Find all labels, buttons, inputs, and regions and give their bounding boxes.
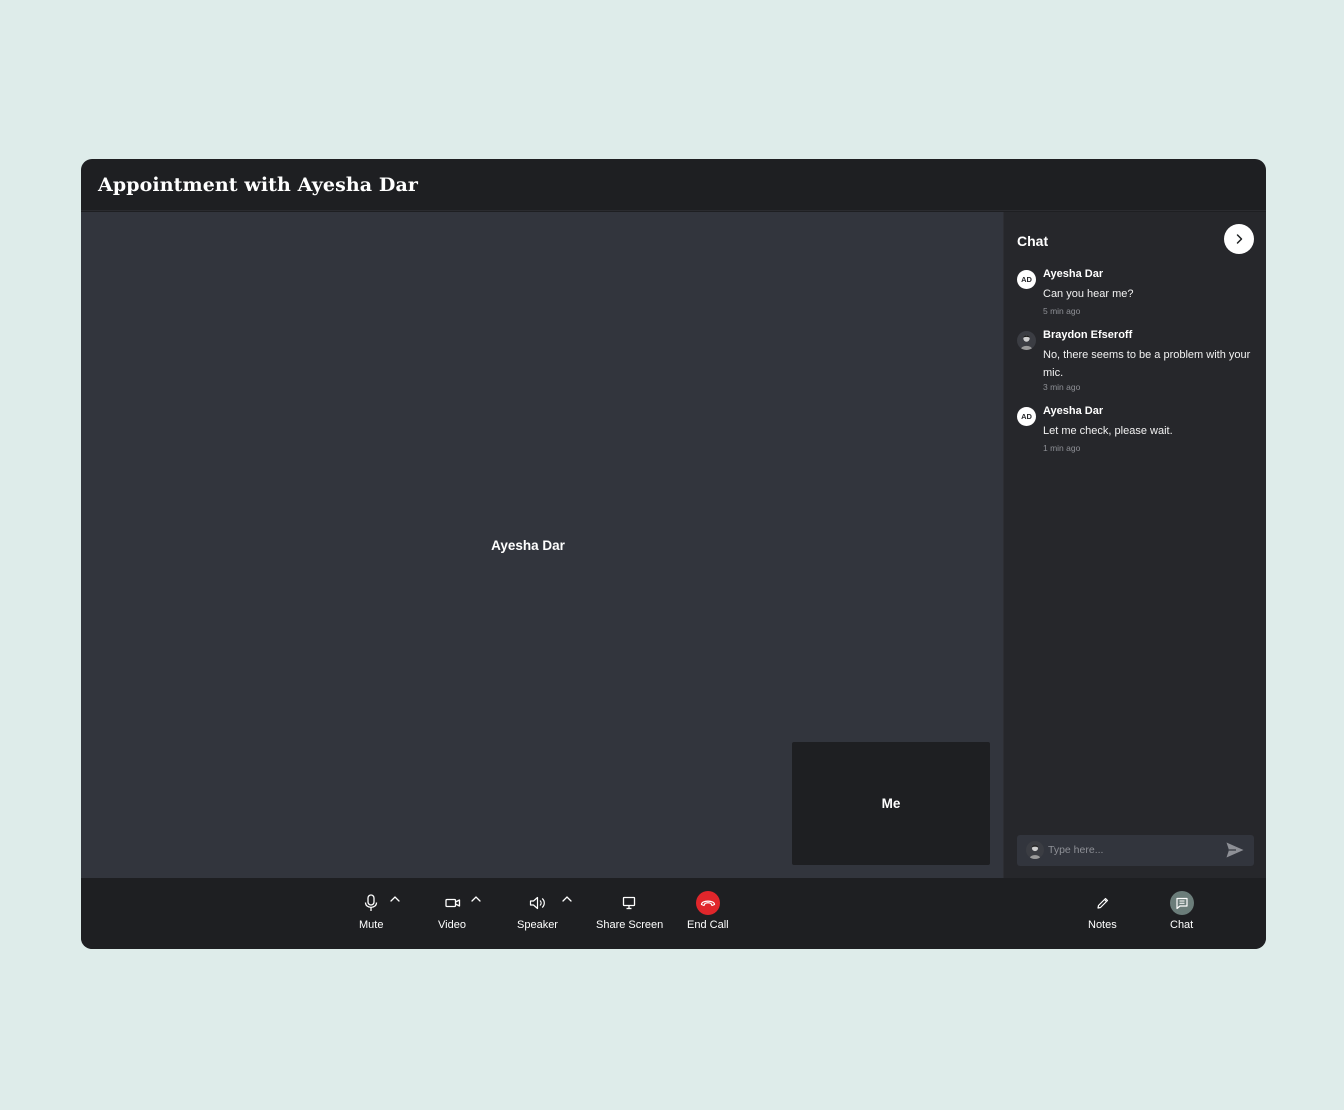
video-label: Video [438,919,466,931]
message-time: 3 min ago [1043,382,1081,392]
chat-message-input[interactable] [1048,840,1218,860]
message-text: Can you hear me? [1043,288,1134,300]
message-time: 5 min ago [1043,306,1081,316]
message-time: 1 min ago [1043,443,1081,453]
end-call-button[interactable]: End Call [686,891,736,941]
speaker-options-button[interactable] [560,892,574,906]
message-text: Let me check, please wait. [1043,425,1173,437]
message-sender: Ayesha Dar [1043,268,1104,280]
video-options-button[interactable] [469,892,483,906]
message-text: No, there seems to be a problem with you… [1043,349,1251,379]
chat-panel: Chat AD Ayesha Dar Can you hear me? 5 mi… [1003,212,1266,878]
avatar [1026,841,1044,859]
mute-label: Mute [359,919,384,931]
call-window: Appointment with Ayesha Dar Ayesha Dar M… [81,159,1266,949]
close-chat-button[interactable] [1224,224,1254,254]
avatar [1017,331,1036,350]
avatar: AD [1017,270,1036,289]
phone-hangup-icon [696,891,720,915]
avatar: AD [1017,407,1036,426]
speaker-icon [526,891,550,915]
video-stage: Ayesha Dar Me [81,212,1003,878]
share-screen-label: Share Screen [596,919,664,931]
end-call-label: End Call [687,919,729,931]
self-view-tile[interactable]: Me [792,742,990,865]
notes-button[interactable]: Notes [1085,891,1121,941]
microphone-icon [359,891,383,915]
mute-options-button[interactable] [388,892,402,906]
chat-panel-title: Chat [1017,233,1049,249]
title-bar: Appointment with Ayesha Dar [81,159,1266,211]
chevron-right-icon [1236,234,1243,244]
share-screen-button[interactable]: Share Screen [596,891,664,941]
send-button[interactable] [1225,841,1245,859]
chat-input-bar [1017,835,1254,866]
monitor-icon [617,891,641,915]
notes-label: Notes [1088,919,1117,931]
chevron-up-icon [390,896,400,902]
call-controls: Mute Video Speaker Share Screen End Call… [81,878,1266,949]
person-photo-icon [1029,845,1041,859]
message-sender: Ayesha Dar [1043,405,1104,417]
self-view-name: Me [881,796,901,811]
message-sender: Braydon Efseroff [1043,329,1133,341]
chat-bubble-icon [1170,891,1194,915]
chevron-up-icon [562,896,572,902]
video-camera-icon [441,891,465,915]
page-title: Appointment with Ayesha Dar [98,174,419,196]
speaker-label: Speaker [517,919,558,931]
send-icon [1226,842,1244,858]
person-photo-icon [1020,335,1033,350]
chat-toggle-button[interactable]: Chat [1167,891,1197,941]
pencil-icon [1091,891,1115,915]
chat-toggle-label: Chat [1170,919,1194,931]
remote-participant-name: Ayesha Dar [491,538,565,553]
chevron-up-icon [471,896,481,902]
